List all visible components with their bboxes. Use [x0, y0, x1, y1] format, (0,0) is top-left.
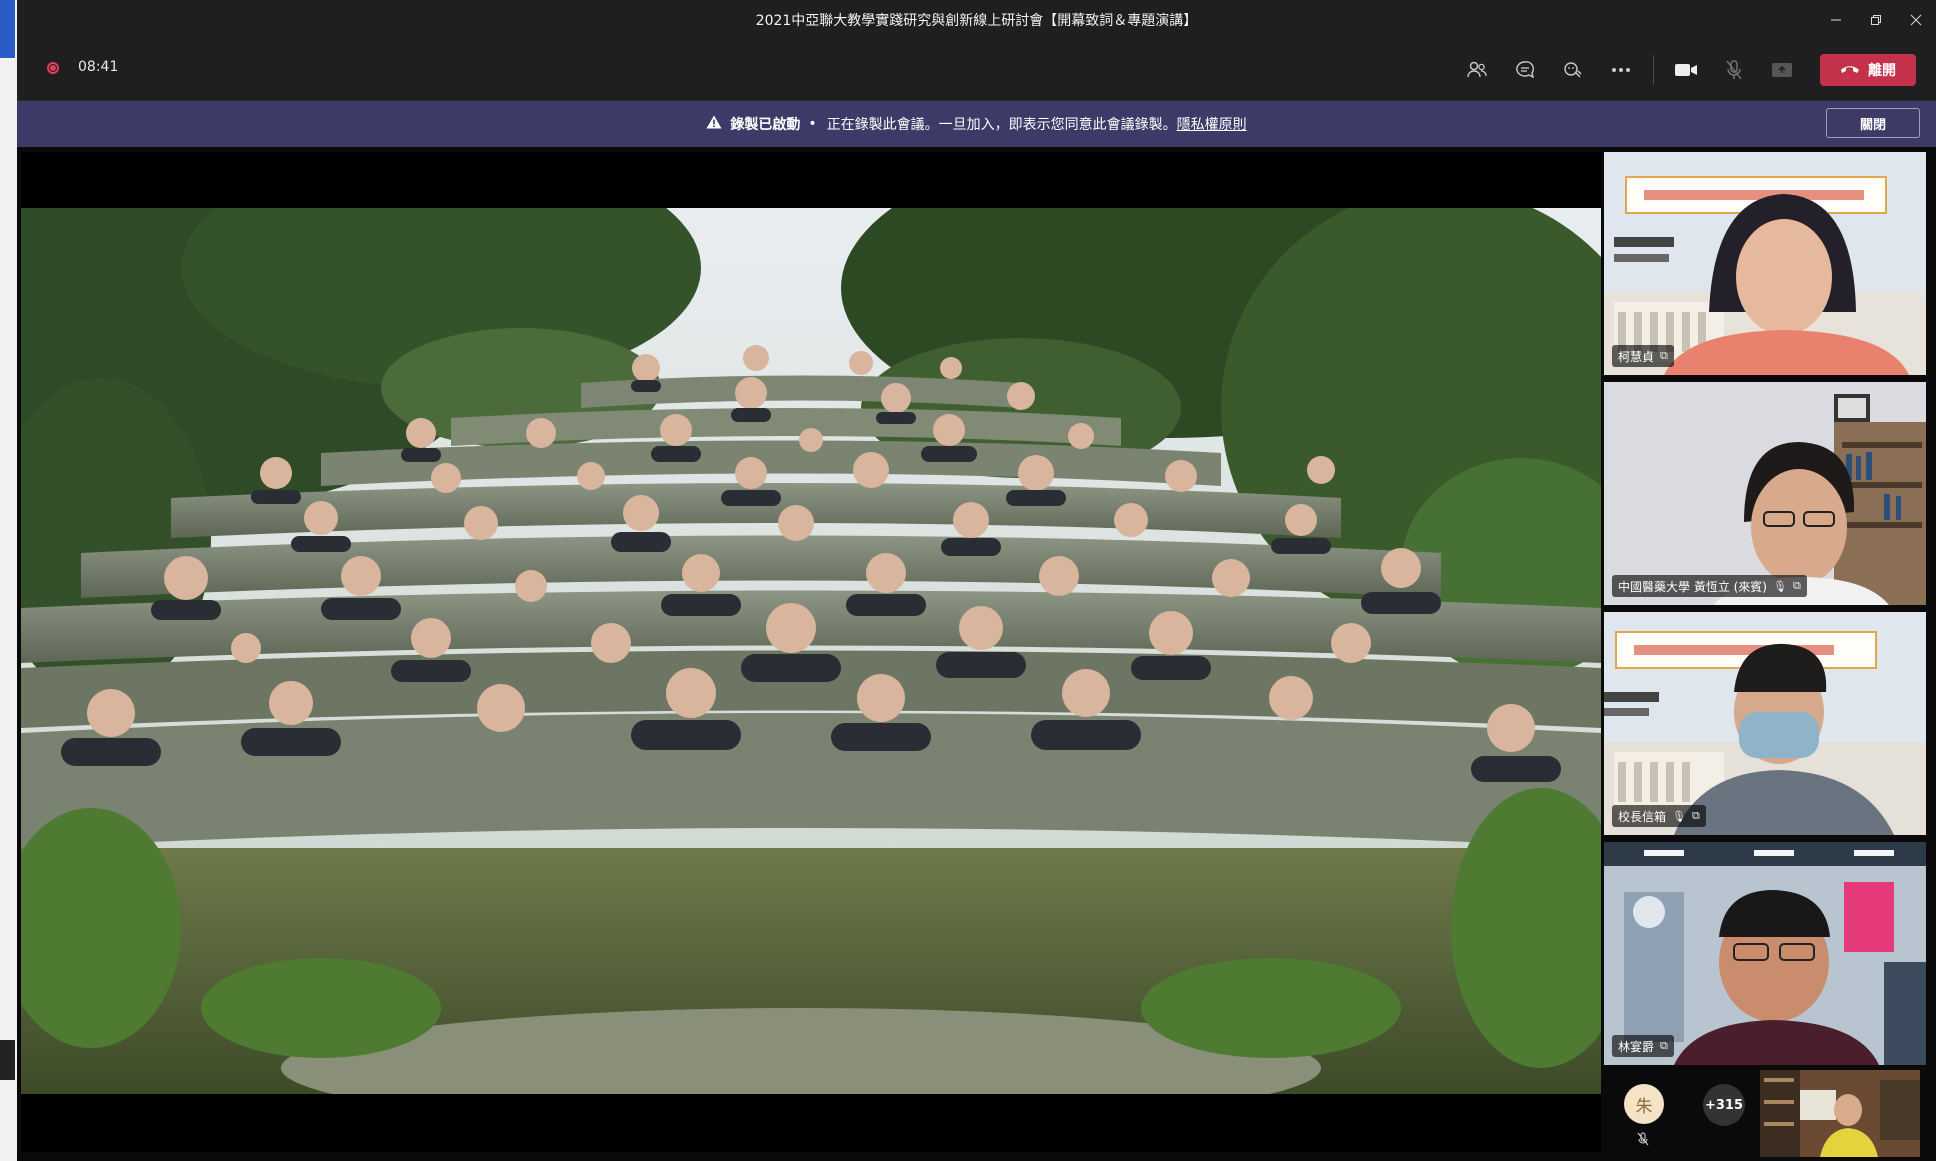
camera-icon[interactable]: [1662, 50, 1710, 90]
participant-name: 校長信箱: [1618, 809, 1667, 824]
participant-name-label: 校長信箱 🎙 ⧉: [1612, 805, 1706, 827]
participant-name: 中國醫藥大學 黃恆立 (來賓): [1618, 579, 1767, 594]
window-controls: [1816, 0, 1936, 40]
toolbar-separator: [1653, 55, 1654, 85]
minimize-icon[interactable]: [1816, 0, 1856, 40]
toolbar-actions: 離開: [1453, 50, 1916, 90]
participant-avatar[interactable]: 朱: [1624, 1084, 1664, 1124]
share-screen-icon[interactable]: [1758, 50, 1806, 90]
recording-started-text: 錄製已啟動: [730, 117, 801, 133]
title-bar: 2021中亞聯大教學實踐研究與創新線上研討會【開幕致詞＆專題演講】: [17, 0, 1936, 40]
recording-message: 正在錄製此會議。一旦加入，即表示您同意此會議錄製。: [826, 117, 1177, 133]
meeting-toolbar: 08:41 離開: [17, 40, 1936, 101]
leave-button[interactable]: 離開: [1820, 54, 1916, 86]
auditorium-scene: [21, 208, 1601, 1094]
participant-tile[interactable]: 中國醫藥大學 黃恆立 (來賓) 🎙 ⧉: [1604, 382, 1926, 605]
more-options-icon[interactable]: [1597, 50, 1645, 90]
participant-name-label: 中國醫藥大學 黃恆立 (來賓) 🎙 ⧉: [1612, 575, 1807, 597]
together-mode-stage: [21, 152, 1601, 1152]
pin-icon: ⧉: [1660, 1039, 1668, 1052]
participant-tile[interactable]: 柯慧貞 ⧉: [1604, 152, 1926, 375]
participant-name-label: 柯慧貞 ⧉: [1612, 345, 1674, 367]
recording-icon: [47, 62, 59, 74]
participant-name: 林宴爵: [1618, 1039, 1655, 1054]
auditorium-image: [21, 208, 1601, 1094]
hang-up-icon: [1840, 62, 1860, 78]
pin-icon: ⧉: [1691, 809, 1700, 822]
pin-icon: ⧉: [1792, 579, 1801, 592]
participant-tile[interactable]: 林宴爵 ⧉: [1604, 842, 1926, 1065]
recording-banner: 錄製已啟動 • 正在錄製此會議。一旦加入，即表示您同意此會議錄製。 隱私權原則 …: [17, 101, 1936, 147]
leave-label: 離開: [1868, 63, 1896, 79]
self-view-image: [1760, 1070, 1920, 1157]
close-icon[interactable]: [1896, 0, 1936, 40]
window-title: 2021中亞聯大教學實踐研究與創新線上研討會【開幕致詞＆專題演講】: [755, 13, 1198, 29]
microphone-icon[interactable]: [1710, 50, 1758, 90]
participant-video: [1604, 152, 1926, 375]
muted-mic-icon: [1637, 1132, 1649, 1149]
warning-icon: [706, 115, 722, 133]
background-window-panel: [0, 1040, 15, 1080]
participant-overflow-row: 朱 +315: [1604, 1066, 1932, 1161]
participant-video: [1604, 612, 1926, 835]
muted-mic-icon: 🎙: [1773, 579, 1787, 593]
participant-video: [1604, 842, 1926, 1065]
more-participants-button[interactable]: +315: [1703, 1084, 1745, 1126]
pin-icon: ⧉: [1660, 349, 1668, 362]
privacy-policy-link[interactable]: 隱私權原則: [1177, 114, 1247, 134]
self-view-video[interactable]: [1760, 1070, 1920, 1157]
participant-tile[interactable]: 校長信箱 🎙 ⧉: [1604, 612, 1926, 835]
chat-icon[interactable]: [1501, 50, 1549, 90]
background-window: [0, 0, 17, 1161]
muted-mic-icon: 🎙: [1672, 809, 1686, 823]
participant-name-label: 林宴爵 ⧉: [1612, 1035, 1674, 1057]
banner-close-button[interactable]: 關閉: [1826, 108, 1920, 138]
banner-separator: •: [808, 116, 817, 132]
participant-name: 柯慧貞: [1618, 349, 1655, 364]
meeting-timer: 08:41: [78, 59, 119, 75]
background-window-accent: [0, 0, 15, 58]
restore-icon[interactable]: [1856, 0, 1896, 40]
participant-video: [1604, 382, 1926, 605]
participants-icon[interactable]: [1453, 50, 1501, 90]
teams-meeting-window: 2021中亞聯大教學實踐研究與創新線上研討會【開幕致詞＆專題演講】 08:41: [17, 0, 1936, 1161]
reactions-icon[interactable]: [1549, 50, 1597, 90]
